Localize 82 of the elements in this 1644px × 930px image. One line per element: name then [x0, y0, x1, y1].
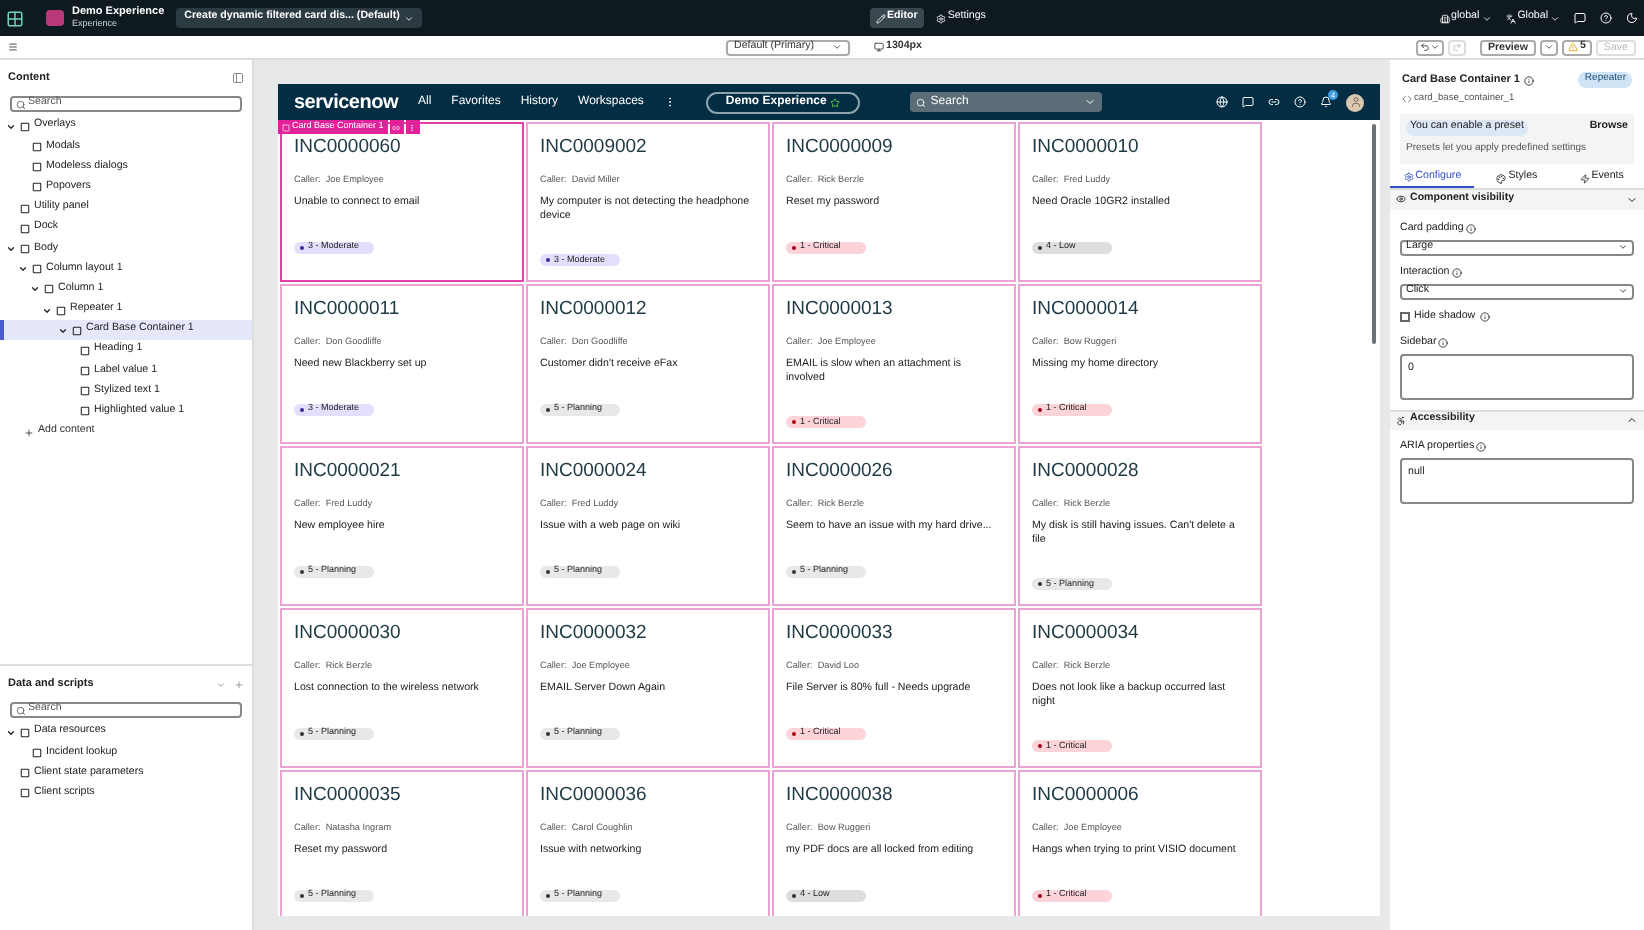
caret-icon[interactable] [58, 325, 68, 336]
info-icon[interactable] [1451, 268, 1462, 279]
incident-number: INC0000024 [540, 462, 647, 481]
contrast-icon[interactable] [1626, 12, 1638, 24]
incident-number: INC0000034 [1032, 624, 1139, 643]
container-icon [282, 123, 290, 131]
lightning-icon [1579, 173, 1590, 184]
caret-icon [1481, 13, 1492, 23]
person-icon [1349, 96, 1361, 108]
menu-icon[interactable] [8, 42, 18, 52]
info-icon[interactable] [1479, 312, 1490, 323]
incident-number: INC0000009 [786, 138, 893, 157]
warning-icon [1567, 42, 1578, 52]
incident-number: INC0000060 [294, 138, 401, 157]
caret-icon [1626, 414, 1638, 427]
incident-number: INC0000026 [786, 462, 893, 481]
incident-number: INC0000028 [1032, 462, 1139, 481]
caret-icon[interactable] [6, 243, 16, 254]
info-icon[interactable] [1465, 224, 1476, 235]
brand-logo: servicenow [294, 89, 398, 117]
incident-number: INC0000038 [786, 786, 893, 805]
settings-icon [1403, 172, 1414, 183]
incident-number: INC0000021 [294, 462, 401, 481]
eye-icon [1396, 194, 1406, 205]
link-icon[interactable] [1268, 96, 1280, 108]
search-icon [16, 705, 26, 716]
incident-number: INC0000013 [786, 300, 893, 319]
incident-number: INC0000012 [540, 300, 647, 319]
incident-number: INC0000014 [1032, 300, 1139, 319]
star-icon [830, 97, 841, 107]
help-icon[interactable] [1294, 96, 1306, 108]
scrollbar[interactable] [1372, 124, 1376, 344]
incident-number: INC0000036 [540, 786, 647, 805]
undo-icon [1419, 42, 1430, 52]
plus-icon [24, 427, 34, 438]
caret-icon [1429, 42, 1440, 52]
building-icon [1439, 13, 1450, 23]
search-icon [916, 97, 927, 107]
link-icon [392, 123, 401, 131]
incident-number: INC0000033 [786, 624, 893, 643]
caret-icon[interactable] [6, 727, 16, 738]
caret-icon[interactable] [6, 121, 16, 132]
caret-icon [1626, 193, 1638, 206]
caret-icon [832, 42, 842, 52]
help-icon[interactable] [1600, 12, 1612, 24]
caret-icon[interactable] [18, 264, 28, 275]
info-icon[interactable] [1476, 442, 1487, 453]
incident-number: INC0000030 [294, 624, 401, 643]
experience-icon [46, 10, 64, 26]
accessibility-icon [1396, 415, 1406, 426]
id-icon [1402, 94, 1412, 105]
checkbox[interactable] [1400, 312, 1410, 323]
chat-icon[interactable] [1242, 96, 1254, 108]
caret-icon [1618, 242, 1628, 253]
incident-number: INC0000011 [294, 300, 400, 319]
bell-icon[interactable] [1320, 96, 1332, 108]
avatar[interactable] [1346, 93, 1364, 111]
caret-icon[interactable] [30, 284, 40, 295]
caret-icon [1618, 286, 1628, 297]
caret-icon [403, 13, 414, 23]
incident-number: INC0009002 [540, 138, 647, 157]
search-icon [16, 99, 26, 110]
info-icon[interactable] [1524, 75, 1534, 86]
settings-icon [935, 13, 946, 23]
chat-icon[interactable] [1574, 12, 1586, 24]
incident-number: INC0000035 [294, 786, 401, 805]
width-icon [874, 42, 884, 52]
language-icon [1505, 13, 1516, 23]
globe-icon[interactable] [1216, 96, 1228, 108]
pencil-icon [875, 13, 885, 23]
redo-icon [1451, 42, 1462, 52]
caret-icon[interactable] [42, 305, 52, 316]
caret-icon [1543, 42, 1554, 52]
incident-number: INC0000006 [1032, 786, 1139, 805]
app-launcher-icon[interactable] [6, 9, 24, 27]
caret-icon [1550, 13, 1560, 23]
panel-toggle-icon[interactable] [232, 72, 244, 85]
incident-number: INC0000032 [540, 624, 647, 643]
incident-number: INC0000010 [1032, 138, 1139, 157]
palette-icon [1496, 173, 1507, 184]
info-icon[interactable] [1438, 338, 1449, 349]
undo-button[interactable] [1415, 39, 1444, 55]
